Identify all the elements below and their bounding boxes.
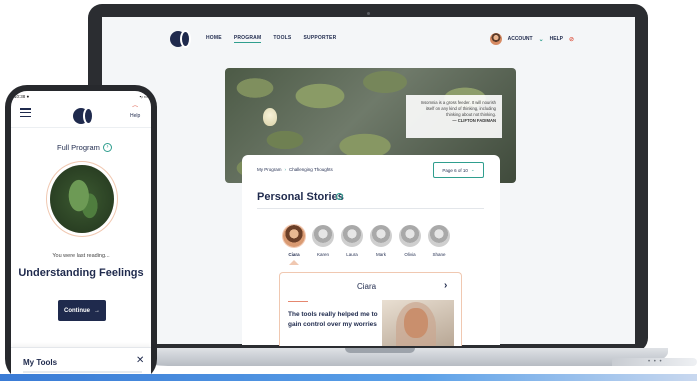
account-link[interactable]: ACCOUNT xyxy=(508,36,533,42)
section-divider xyxy=(257,208,484,209)
arrow-right-circle-icon: › xyxy=(102,143,112,152)
full-program-label: Full Program xyxy=(57,143,100,152)
header-actions: ACCOUNT ⌄ HELP ⊘ xyxy=(489,33,574,45)
continue-button[interactable]: Continue → xyxy=(58,300,106,321)
hamburger-menu-icon[interactable] xyxy=(20,108,31,117)
main-nav: HOME PROGRAM TOOLS SUPPORTER xyxy=(206,35,336,43)
product-mockup: • • • HOME PROGRAM TOOLS SUPPORTER ACCOU… xyxy=(0,0,697,381)
laptop-notch xyxy=(345,348,415,353)
avatar xyxy=(370,225,392,247)
chevron-right-icon[interactable]: › xyxy=(444,280,447,291)
laptop-camera xyxy=(367,12,370,15)
phone-help-label: Help xyxy=(130,113,141,119)
site-logo[interactable] xyxy=(170,30,192,48)
person-name: Laura xyxy=(346,252,358,257)
section-title: Personal Stories xyxy=(257,191,344,203)
laptop-port-dots: • • • xyxy=(648,359,663,365)
person-name: Mark xyxy=(376,252,386,257)
person-laura[interactable]: Laura xyxy=(341,225,363,265)
water-lily-flower xyxy=(263,108,277,126)
story-photo xyxy=(382,300,454,346)
breadcrumb-current: Challenging Thoughts xyxy=(289,167,333,172)
phone-screen xyxy=(11,91,151,381)
site-header: HOME PROGRAM TOOLS SUPPORTER ACCOUNT ⌄ H… xyxy=(170,24,574,54)
chevron-down-icon: ⌄ xyxy=(470,167,475,172)
avatar xyxy=(428,225,450,247)
help-link[interactable]: HELP xyxy=(550,36,563,42)
person-name: Shane xyxy=(432,252,446,257)
status-signal-icon: ▪ᵢₗ ▭ xyxy=(139,94,148,99)
account-avatar[interactable] xyxy=(489,33,502,45)
arrow-right-icon: → xyxy=(94,307,100,314)
breadcrumb: My Program › Challenging Thoughts xyxy=(257,167,333,172)
quote-text: Insomnia is a gross feeder. It will nour… xyxy=(420,100,496,117)
avatar xyxy=(283,225,305,247)
app-logo[interactable] xyxy=(73,107,95,125)
breadcrumb-root[interactable]: My Program xyxy=(257,167,282,172)
my-tools-label: My Tools xyxy=(23,358,58,367)
status-time: 10:38 ● xyxy=(14,94,30,99)
people-selector: Ciara Karen Laura Mark Olivia Shane xyxy=(283,225,450,265)
avatar xyxy=(312,225,334,247)
lifebuoy-icon[interactable]: ⊘ xyxy=(569,36,574,43)
person-name: Olivia xyxy=(404,252,416,257)
person-name: Karen xyxy=(316,252,329,257)
person-mark[interactable]: Mark xyxy=(370,225,392,265)
hero-quote: Insomnia is a gross feeder. It will nour… xyxy=(406,95,502,138)
nav-tools[interactable]: TOOLS xyxy=(273,35,291,43)
person-karen[interactable]: Karen xyxy=(312,225,334,265)
close-icon[interactable]: ✕ xyxy=(136,355,144,366)
full-program-link[interactable]: Full Program › xyxy=(57,143,112,152)
story-person-name: Ciara xyxy=(357,282,377,291)
quote-author: — CLIFTON FADIMAN xyxy=(452,118,496,123)
person-name: Ciara xyxy=(288,252,300,257)
info-icon[interactable]: i xyxy=(336,193,343,200)
person-olivia[interactable]: Olivia xyxy=(399,225,421,265)
drawer-divider xyxy=(23,371,142,373)
current-topic: Understanding Feelings xyxy=(18,267,144,279)
page-selector[interactable]: Page 6 of 10 ⌄ xyxy=(433,162,484,178)
chevron-down-icon[interactable]: ⌄ xyxy=(539,36,544,43)
nav-home[interactable]: HOME xyxy=(206,35,222,43)
nav-program[interactable]: PROGRAM xyxy=(233,35,262,43)
phone-status-bar: 10:38 ● ▪ᵢₗ ▭ xyxy=(14,94,148,100)
last-reading-caption: You were last reading... xyxy=(52,253,110,259)
story-quote: The tools really helped me to gain contr… xyxy=(288,311,378,328)
page-selector-label: Page 6 of 10 xyxy=(442,167,468,173)
chevron-right-icon: › xyxy=(284,167,287,172)
person-shane[interactable]: Shane xyxy=(428,225,450,265)
story-accent-line xyxy=(288,301,308,302)
bottom-accent-strip xyxy=(0,374,697,381)
module-image xyxy=(50,165,114,233)
avatar xyxy=(399,225,421,247)
continue-label: Continue xyxy=(64,307,90,314)
person-ciara[interactable]: Ciara xyxy=(283,225,305,265)
phone-help-button[interactable]: ⌒ Help xyxy=(130,107,140,119)
avatar xyxy=(341,225,363,247)
phone-header-divider xyxy=(11,127,151,128)
nav-supporter[interactable]: SUPPORTER xyxy=(303,35,336,43)
